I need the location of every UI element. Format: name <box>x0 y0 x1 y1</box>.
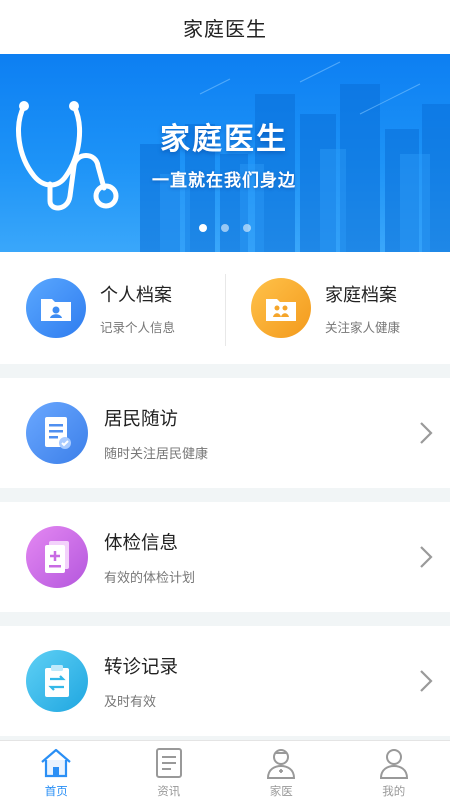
tab-news[interactable]: 资讯 <box>113 741 226 800</box>
carousel-dot[interactable] <box>199 224 207 232</box>
carousel-dot[interactable] <box>221 224 229 232</box>
banner-subtitle: 一直就在我们身边 <box>152 171 296 191</box>
medical-file-icon <box>26 526 88 588</box>
personal-record-title: 个人档案 <box>100 284 172 306</box>
page-title: 家庭医生 <box>183 16 267 41</box>
user-icon <box>379 749 408 779</box>
personal-record-card[interactable]: 个人档案 记录个人信息 <box>0 252 225 364</box>
tab-label: 资讯 <box>157 784 181 798</box>
doctor-icon <box>267 749 296 779</box>
service-subtitle: 有效的体检计划 <box>104 570 196 586</box>
tab-label: 家医 <box>269 784 293 798</box>
bottom-tab-bar: 首页 资讯 家医 我的 <box>0 740 450 800</box>
carousel-dot[interactable] <box>243 224 251 232</box>
carousel-indicator <box>0 224 450 232</box>
chevron-right-icon <box>420 670 433 692</box>
family-record-title: 家庭档案 <box>325 284 397 306</box>
family-record-subtitle: 关注家人健康 <box>325 319 401 335</box>
tab-home[interactable]: 首页 <box>0 741 113 800</box>
family-record-card[interactable]: 家庭档案 关注家人健康 <box>225 252 450 364</box>
service-title: 体检信息 <box>104 532 179 554</box>
folder-family-icon <box>251 278 311 338</box>
banner-carousel[interactable]: 家庭医生 一直就在我们身边 <box>0 54 450 252</box>
service-title: 转诊记录 <box>104 656 179 678</box>
clipboard-transfer-icon <box>26 650 88 712</box>
tab-family-doctor[interactable]: 家医 <box>225 741 338 800</box>
tab-mine[interactable]: 我的 <box>338 741 450 800</box>
service-subtitle: 及时有效 <box>104 694 157 710</box>
personal-record-subtitle: 记录个人信息 <box>100 319 176 335</box>
document-check-icon <box>26 402 88 464</box>
news-icon <box>155 748 182 778</box>
home-icon <box>41 748 71 778</box>
service-item-physical-exam[interactable]: 体检信息 有效的体检计划 <box>0 502 450 612</box>
tab-label: 首页 <box>44 784 68 798</box>
stethoscope-icon <box>16 101 119 211</box>
top-header: 家庭医生 <box>0 0 450 54</box>
tab-label: 我的 <box>382 784 406 798</box>
chevron-right-icon <box>420 422 433 444</box>
service-item-referral-record[interactable]: 转诊记录 及时有效 <box>0 626 450 736</box>
chevron-right-icon <box>420 546 433 568</box>
service-title: 居民随访 <box>104 408 179 430</box>
service-subtitle: 随时关注居民健康 <box>104 446 209 462</box>
banner-title: 家庭医生 <box>160 122 288 157</box>
folder-person-icon <box>26 278 86 338</box>
records-section: 个人档案 记录个人信息 家庭档案 关注家人健康 <box>0 252 450 364</box>
service-item-resident-followup[interactable]: 居民随访 随时关注居民健康 <box>0 378 450 488</box>
